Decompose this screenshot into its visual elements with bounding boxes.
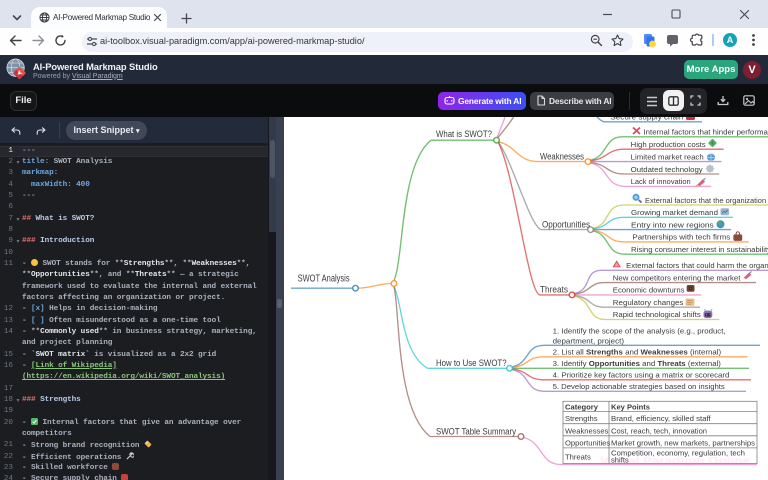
svg-text:Limited market reach: Limited market reach <box>631 152 704 161</box>
svg-text:Strengths: Strengths <box>565 414 598 423</box>
svg-text:Visual Paradigm Online: Visual Paradigm Online <box>600 456 751 467</box>
svg-text:SWOT Analysis: SWOT Analysis <box>298 274 350 285</box>
svg-text:Weaknesses: Weaknesses <box>540 151 585 161</box>
svg-text:4. Prioritize key factors usin: 4. Prioritize key factors using a matrix… <box>553 371 730 380</box>
svg-text:3. Identify Opportunities and: 3. Identify Opportunities and Threats (e… <box>553 359 722 368</box>
svg-text:What is SWOT?: What is SWOT? <box>436 129 492 139</box>
svg-text:Economic downturns: Economic downturns <box>613 286 685 295</box>
svg-text:Market growth, new markets, pa: Market growth, new markets, partnerships <box>611 438 755 447</box>
svg-text:Threats: Threats <box>565 453 591 462</box>
svg-text:2. List all Strengths and Weak: 2. List all Strengths and Weaknesses (in… <box>553 348 722 357</box>
svg-text:Regulatory changes: Regulatory changes <box>613 298 684 307</box>
svg-text:Growing market demand: Growing market demand <box>631 208 718 217</box>
svg-text:Rising consumer interest in su: Rising consumer interest in sustainabili… <box>631 245 768 254</box>
svg-text:Outdated technology: Outdated technology <box>631 165 703 174</box>
svg-text:External factors that the orga: External factors that the organization c… <box>645 196 768 205</box>
svg-text:Entry into new regions: Entry into new regions <box>631 220 714 229</box>
svg-text:External factors that could ha: External factors that could harm the org… <box>626 261 768 270</box>
svg-text:SWOT Table Summary: SWOT Table Summary <box>436 426 517 436</box>
svg-text:Key Points: Key Points <box>611 402 650 411</box>
svg-text:Brand, efficiency, skilled sta: Brand, efficiency, skilled staff <box>611 414 712 423</box>
svg-text:Internal factors that hinder p: Internal factors that hinder performance <box>644 128 768 137</box>
svg-text:High production costs: High production costs <box>631 140 706 149</box>
svg-text:New competitors entering the m: New competitors entering the market <box>613 273 742 282</box>
svg-text:Partnerships with tech firms: Partnerships with tech firms <box>632 233 730 242</box>
svg-text:Rapid technological shifts: Rapid technological shifts <box>613 310 701 319</box>
svg-text:1. Identify the scope of the a: 1. Identify the scope of the analysis (e… <box>553 327 726 336</box>
svg-text:Opportunities: Opportunities <box>542 219 591 229</box>
svg-text:department, project): department, project) <box>553 336 625 345</box>
svg-text:Threats: Threats <box>540 285 569 295</box>
svg-text:Lack of innovation: Lack of innovation <box>631 177 691 186</box>
svg-text:Category: Category <box>565 402 599 411</box>
svg-text:How to Use SWOT?: How to Use SWOT? <box>436 358 507 368</box>
svg-text:Secure supply chain: Secure supply chain <box>610 117 683 122</box>
svg-text:Weaknesses: Weaknesses <box>565 426 609 435</box>
svg-text:5. Develop actionable strategi: 5. Develop actionable strategies based o… <box>553 382 725 391</box>
svg-text:Opportunities: Opportunities <box>565 438 610 447</box>
svg-text:Cost, reach, tech, innovation: Cost, reach, tech, innovation <box>611 426 707 435</box>
